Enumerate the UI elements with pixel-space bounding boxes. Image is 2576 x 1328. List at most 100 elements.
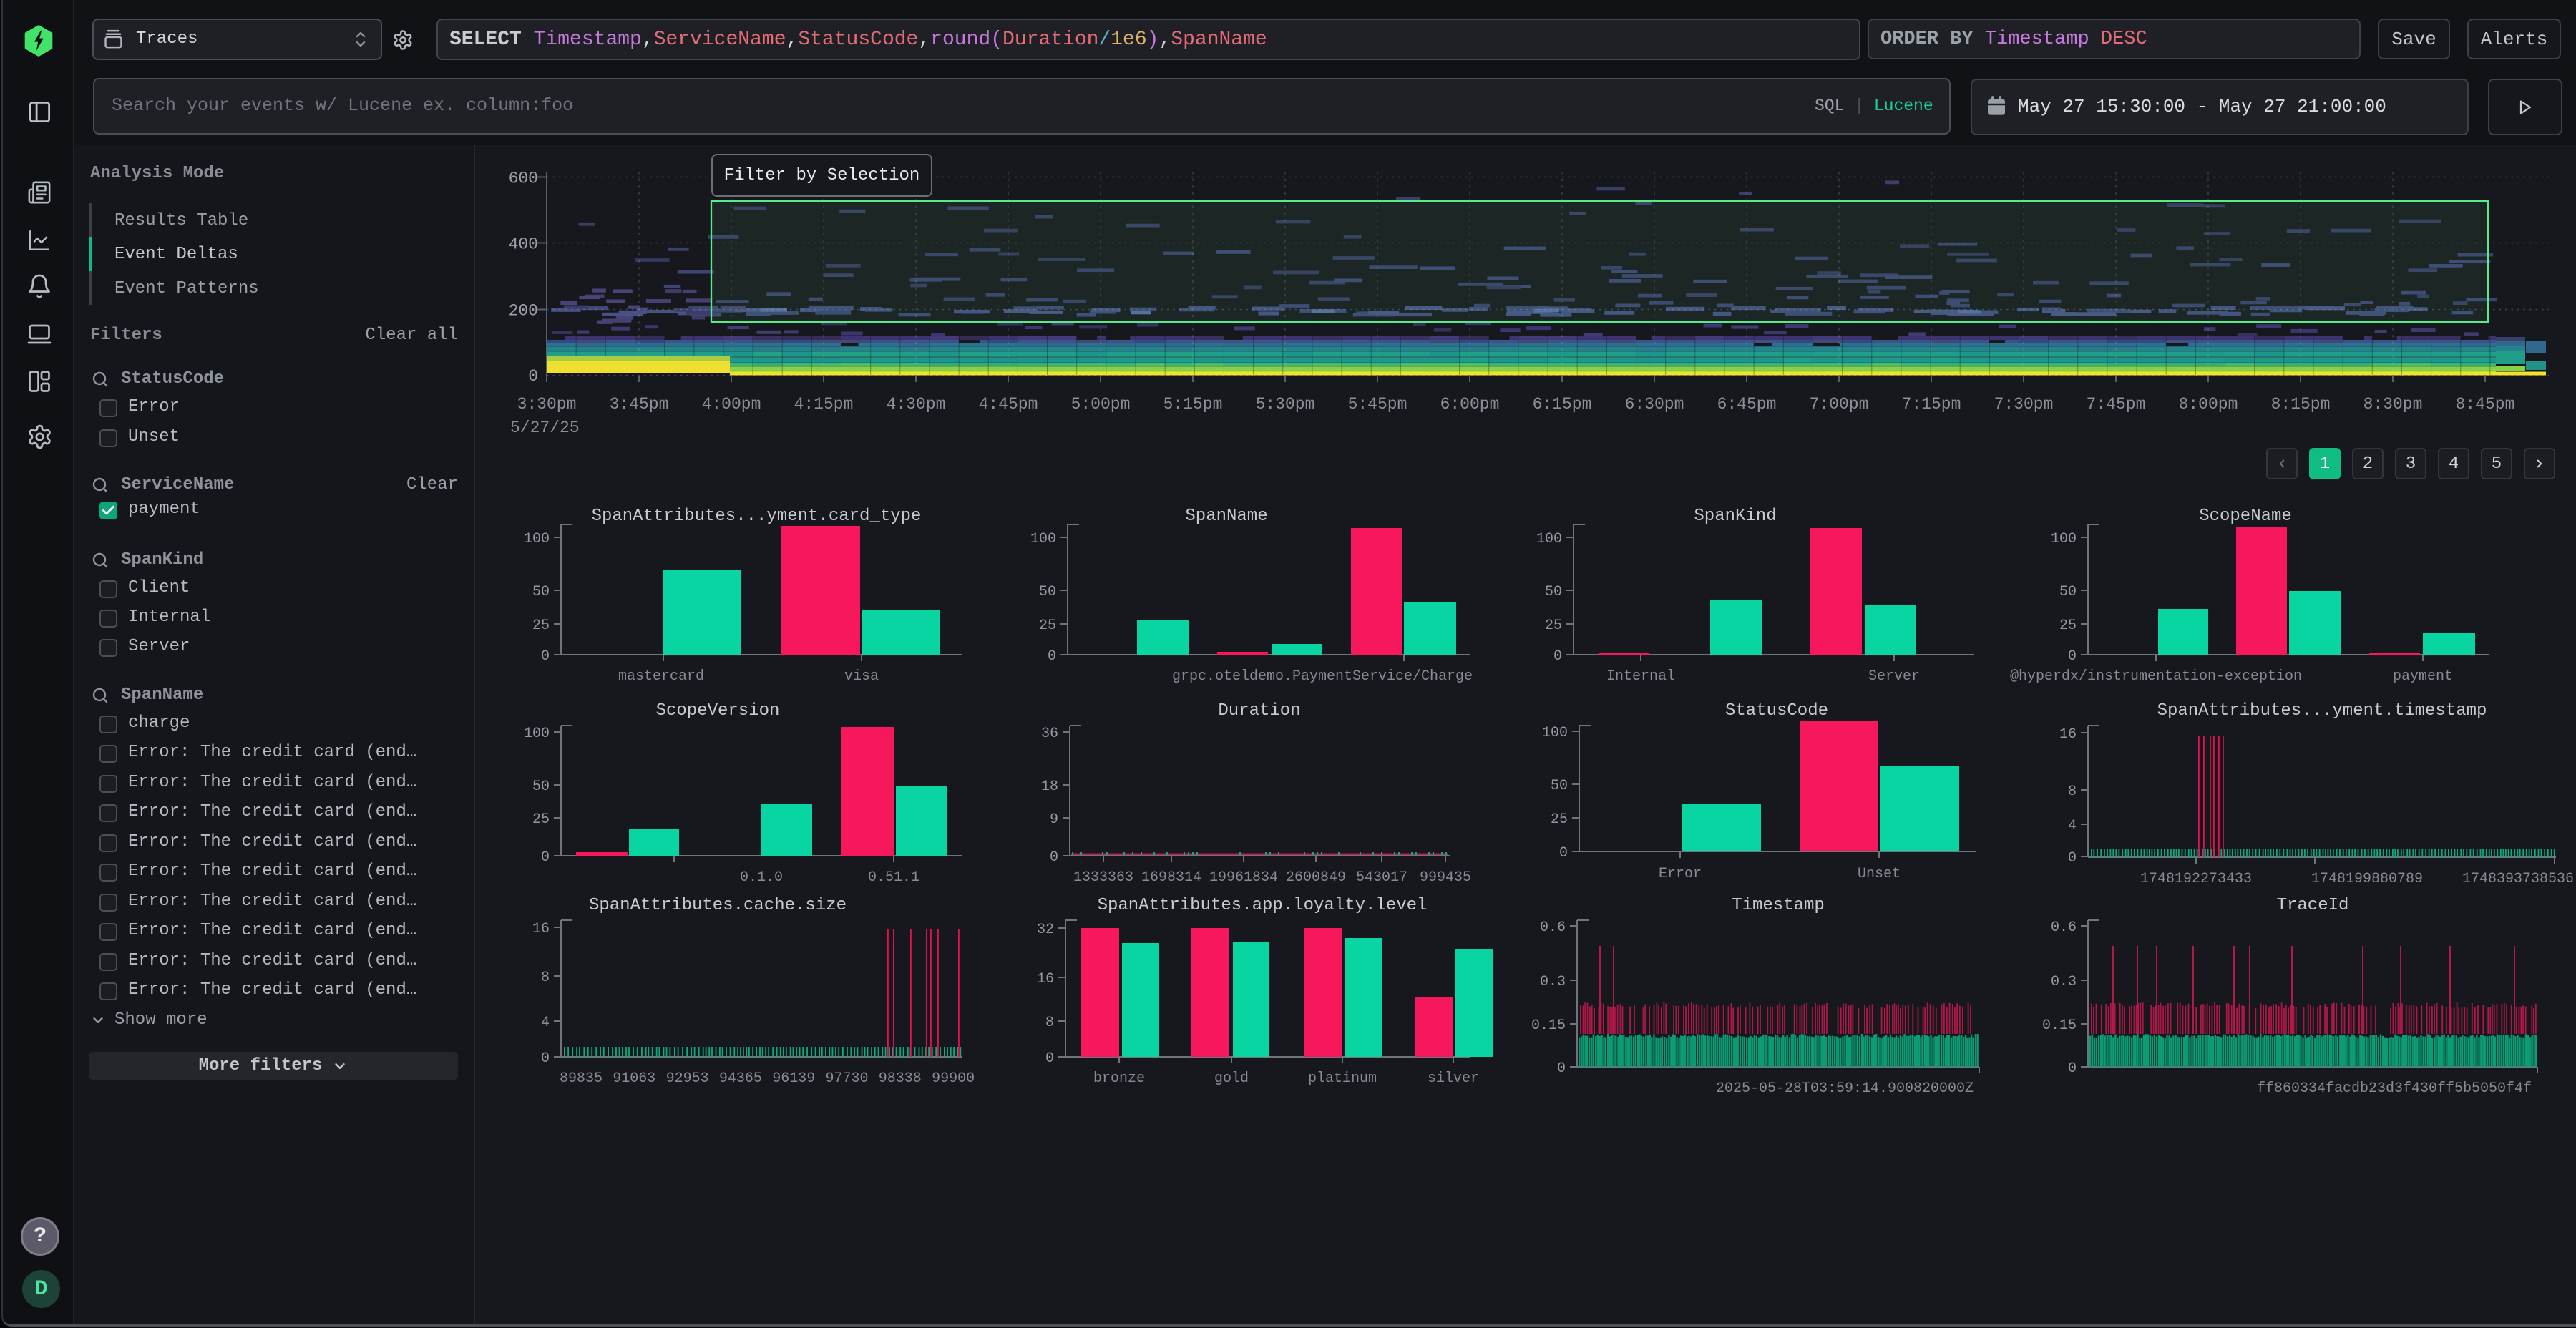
svg-text:8: 8 bbox=[1045, 1015, 1054, 1031]
svg-text:4:30pm: 4:30pm bbox=[887, 395, 946, 414]
svg-text:ScopeVersion: ScopeVersion bbox=[656, 701, 780, 721]
svg-text:5:15pm: 5:15pm bbox=[1163, 395, 1223, 414]
svg-text:5/27/25: 5/27/25 bbox=[510, 419, 580, 437]
svg-text:4: 4 bbox=[2068, 818, 2077, 834]
svg-text:400: 400 bbox=[509, 235, 538, 254]
svg-text:8: 8 bbox=[2068, 783, 2077, 800]
svg-text:16: 16 bbox=[2059, 726, 2077, 743]
svg-text:100: 100 bbox=[524, 531, 550, 547]
svg-text:0: 0 bbox=[528, 367, 538, 386]
svg-text:9: 9 bbox=[1050, 811, 1058, 828]
svg-text:1748199880789: 1748199880789 bbox=[2311, 871, 2423, 887]
svg-text:ff860334facdb23d3f430ff5b5050f: ff860334facdb23d3f430ff5b5050f4f bbox=[2257, 1080, 2532, 1097]
svg-text:0: 0 bbox=[541, 1050, 550, 1067]
svg-text:SpanAttributes.app.loyalty.lev: SpanAttributes.app.loyalty.level bbox=[1098, 896, 1428, 915]
svg-text:50: 50 bbox=[1545, 584, 1562, 600]
svg-text:18: 18 bbox=[1041, 778, 1058, 795]
svg-text:0.15: 0.15 bbox=[2042, 1017, 2077, 1034]
svg-text:96139: 96139 bbox=[772, 1070, 815, 1087]
svg-text:200: 200 bbox=[509, 302, 538, 321]
svg-text:25: 25 bbox=[532, 617, 550, 634]
svg-text:2600849: 2600849 bbox=[1286, 869, 1346, 886]
svg-text:7:30pm: 7:30pm bbox=[1994, 395, 2054, 414]
svg-text:0.3: 0.3 bbox=[1540, 974, 1566, 990]
svg-text:50: 50 bbox=[1551, 778, 1568, 794]
svg-text:100: 100 bbox=[1542, 725, 1568, 741]
svg-text:4:00pm: 4:00pm bbox=[702, 395, 761, 414]
svg-text:6:30pm: 6:30pm bbox=[1625, 395, 1684, 414]
svg-text:Error: Error bbox=[1659, 866, 1702, 882]
svg-text:50: 50 bbox=[1039, 584, 1056, 600]
svg-text:5:30pm: 5:30pm bbox=[1256, 395, 1315, 414]
svg-text:8:45pm: 8:45pm bbox=[2456, 395, 2515, 414]
svg-text:1333363: 1333363 bbox=[1073, 869, 1133, 886]
svg-text:0: 0 bbox=[2068, 850, 2077, 866]
svg-text:ScopeName: ScopeName bbox=[2199, 507, 2292, 526]
svg-text:2025-05-28T03:59:14.900820000Z: 2025-05-28T03:59:14.900820000Z bbox=[1716, 1080, 1974, 1097]
svg-text:SpanAttributes...yment.card_ty: SpanAttributes...yment.card_type bbox=[592, 507, 922, 526]
svg-text:0: 0 bbox=[1553, 648, 1562, 665]
svg-text:Unset: Unset bbox=[1858, 866, 1901, 882]
svg-text:0: 0 bbox=[541, 648, 550, 665]
svg-text:0.6: 0.6 bbox=[1540, 919, 1566, 936]
svg-text:grpc.oteldemo.PaymentService/C: grpc.oteldemo.PaymentService/Charge bbox=[1172, 668, 1473, 685]
svg-text:Internal: Internal bbox=[1606, 668, 1675, 685]
svg-text:payment: payment bbox=[2393, 668, 2453, 685]
svg-text:8: 8 bbox=[541, 970, 550, 986]
svg-text:visa: visa bbox=[844, 668, 879, 685]
svg-text:8:15pm: 8:15pm bbox=[2271, 395, 2331, 414]
svg-text:5:45pm: 5:45pm bbox=[1348, 395, 1407, 414]
svg-text:19961834: 19961834 bbox=[1209, 869, 1278, 886]
svg-text:4:15pm: 4:15pm bbox=[794, 395, 854, 414]
svg-text:0: 0 bbox=[541, 849, 550, 866]
svg-text:0: 0 bbox=[1048, 648, 1056, 665]
svg-text:0: 0 bbox=[2068, 648, 2077, 665]
svg-text:Duration: Duration bbox=[1218, 701, 1300, 721]
svg-text:36: 36 bbox=[1041, 726, 1058, 742]
svg-text:0.6: 0.6 bbox=[2051, 919, 2077, 936]
svg-text:SpanName: SpanName bbox=[1185, 507, 1267, 526]
svg-text:6:15pm: 6:15pm bbox=[1533, 395, 1592, 414]
svg-text:silver: silver bbox=[1428, 1070, 1479, 1087]
svg-text:6:00pm: 6:00pm bbox=[1440, 395, 1500, 414]
svg-text:0: 0 bbox=[1557, 1060, 1566, 1077]
svg-text:gold: gold bbox=[1214, 1070, 1249, 1087]
svg-text:@hyperdx/instrumentation-excep: @hyperdx/instrumentation-exception bbox=[2010, 668, 2302, 685]
svg-text:1748192273433: 1748192273433 bbox=[2140, 871, 2252, 887]
svg-text:0: 0 bbox=[2068, 1060, 2077, 1077]
svg-text:1748393738536: 1748393738536 bbox=[2462, 871, 2574, 887]
svg-text:999435: 999435 bbox=[1420, 869, 1471, 886]
svg-text:3:30pm: 3:30pm bbox=[517, 395, 577, 414]
svg-text:7:15pm: 7:15pm bbox=[1902, 395, 1961, 414]
svg-text:89835: 89835 bbox=[560, 1070, 602, 1087]
svg-text:8:30pm: 8:30pm bbox=[2363, 395, 2423, 414]
svg-text:0: 0 bbox=[1559, 845, 1568, 861]
svg-text:4:45pm: 4:45pm bbox=[979, 395, 1038, 414]
svg-text:Timestamp: Timestamp bbox=[1732, 896, 1825, 915]
svg-text:mastercard: mastercard bbox=[618, 668, 704, 685]
svg-text:100: 100 bbox=[524, 726, 550, 742]
svg-text:94365: 94365 bbox=[719, 1070, 762, 1087]
svg-text:1698314: 1698314 bbox=[1141, 869, 1201, 886]
svg-text:50: 50 bbox=[2059, 584, 2077, 600]
svg-text:6:45pm: 6:45pm bbox=[1717, 395, 1777, 414]
svg-text:SpanAttributes...yment.timesta: SpanAttributes...yment.timestamp bbox=[2157, 701, 2487, 721]
svg-text:92953: 92953 bbox=[666, 1070, 709, 1087]
svg-text:SpanAttributes.cache.size: SpanAttributes.cache.size bbox=[589, 896, 847, 915]
svg-text:0: 0 bbox=[1045, 1050, 1054, 1067]
svg-text:0.3: 0.3 bbox=[2051, 974, 2077, 990]
svg-text:25: 25 bbox=[2059, 617, 2077, 634]
svg-text:98338: 98338 bbox=[879, 1070, 922, 1087]
svg-text:3:45pm: 3:45pm bbox=[610, 395, 669, 414]
svg-text:0: 0 bbox=[1050, 849, 1058, 866]
svg-text:7:45pm: 7:45pm bbox=[2087, 395, 2146, 414]
svg-text:97730: 97730 bbox=[825, 1070, 868, 1087]
svg-text:SpanKind: SpanKind bbox=[1694, 507, 1776, 526]
svg-text:25: 25 bbox=[532, 811, 550, 828]
svg-text:TraceId: TraceId bbox=[2277, 896, 2349, 915]
svg-text:600: 600 bbox=[509, 170, 538, 188]
svg-text:91063: 91063 bbox=[613, 1070, 655, 1087]
svg-text:543017: 543017 bbox=[1356, 869, 1407, 886]
svg-text:platinum: platinum bbox=[1308, 1070, 1377, 1087]
svg-text:4: 4 bbox=[541, 1015, 550, 1031]
